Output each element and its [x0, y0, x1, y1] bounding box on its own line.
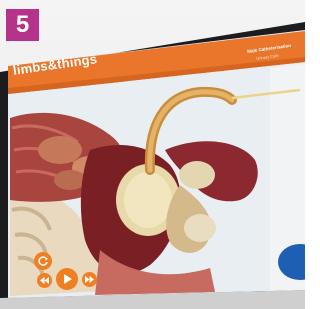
step-number-badge: 5	[6, 9, 39, 41]
rewind-button[interactable]	[37, 273, 52, 288]
fast-forward-icon	[85, 275, 94, 284]
rewind-icon	[40, 276, 49, 285]
photo-background: 5 limbs&things Male Catheterisation Urin…	[0, 0, 305, 309]
reset-button[interactable]	[34, 252, 52, 270]
fast-forward-button[interactable]	[82, 272, 97, 287]
play-button[interactable]	[56, 268, 78, 290]
refresh-icon	[38, 256, 48, 266]
play-icon	[64, 274, 72, 284]
